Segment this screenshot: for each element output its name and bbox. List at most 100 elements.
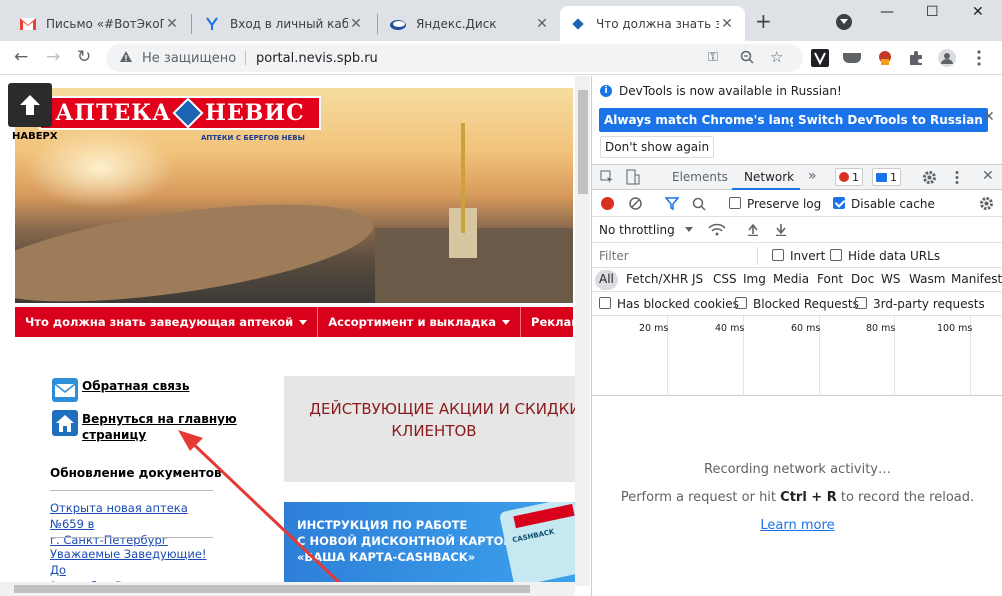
type-filter-img[interactable]: Img	[743, 272, 766, 286]
preserve-log-label[interactable]: Preserve log	[747, 197, 821, 211]
envelope-icon[interactable]	[52, 378, 78, 402]
invert-label[interactable]: Invert	[790, 249, 825, 263]
type-filter-ws[interactable]: WS	[881, 272, 900, 286]
type-filter-media[interactable]: Media	[773, 272, 809, 286]
home-link[interactable]: Вернуться на главную страницу	[82, 411, 237, 443]
tab-separator	[191, 14, 192, 34]
type-filter-manifest[interactable]: Manifest	[951, 272, 1002, 286]
third-party-label[interactable]: 3rd-party requests	[873, 297, 985, 311]
forward-button[interactable]: →	[46, 48, 60, 66]
home-icon[interactable]	[52, 410, 78, 436]
vertical-scrollbar-thumb[interactable]	[578, 90, 588, 194]
settings-gear-icon[interactable]	[922, 170, 937, 185]
close-tab-icon[interactable]: ✕	[719, 16, 735, 32]
security-status[interactable]: Не защищено	[142, 51, 236, 66]
network-conditions-icon[interactable]	[708, 223, 726, 236]
messages-badge[interactable]: 1	[872, 168, 901, 186]
invert-checkbox[interactable]	[772, 249, 784, 261]
banner-line3: «ВАША КАРТА-CASHBACK»	[297, 550, 476, 564]
extension-icon[interactable]	[811, 49, 829, 67]
clear-icon[interactable]	[629, 197, 642, 210]
network-settings-gear-icon[interactable]	[979, 196, 994, 211]
tab-yandex-login[interactable]: Вход в личный кабин ✕	[194, 6, 374, 41]
search-icon[interactable]	[692, 197, 706, 211]
tab-search-button[interactable]	[836, 14, 852, 30]
hide-data-urls-label[interactable]: Hide data URLs	[848, 249, 940, 263]
zoom-icon[interactable]	[740, 50, 754, 68]
import-har-icon[interactable]	[747, 223, 759, 236]
profile-avatar-icon[interactable]	[938, 49, 956, 67]
tab-yandex-disk[interactable]: Яндекс.Диск ✕	[380, 6, 560, 41]
type-filter-doc[interactable]: Doc	[851, 272, 874, 286]
type-filter-wasm[interactable]: Wasm	[909, 272, 945, 286]
close-tab-icon[interactable]: ✕	[534, 16, 550, 32]
disable-cache-label[interactable]: Disable cache	[851, 197, 935, 211]
horizontal-scrollbar-thumb[interactable]	[14, 585, 530, 593]
blocked-requests-checkbox[interactable]	[735, 297, 747, 309]
disable-cache-checkbox[interactable]	[833, 197, 845, 209]
tab-elements[interactable]: Elements	[672, 170, 728, 184]
learn-more-link[interactable]: Learn more	[592, 518, 1002, 533]
reload-button[interactable]: ↻	[77, 48, 91, 66]
throttling-select[interactable]: No throttling	[599, 223, 675, 237]
scroll-to-top-label[interactable]: НАВЕРХ	[12, 131, 58, 142]
minimize-button[interactable]: —	[880, 4, 894, 20]
chevron-down-icon[interactable]	[685, 227, 693, 232]
hide-data-urls-checkbox[interactable]	[830, 249, 842, 261]
banner-line2: С НОВОЙ ДИСКОНТНОЙ КАРТОЙ	[297, 534, 513, 548]
errors-badge[interactable]: 1	[835, 168, 863, 186]
key-icon[interactable]: ⚿	[708, 50, 718, 65]
type-filter-fetch[interactable]: Fetch/XHR	[626, 272, 688, 286]
new-tab-button[interactable]: +	[755, 11, 772, 31]
tab-network[interactable]: Network	[744, 170, 794, 184]
type-filter-font[interactable]: Font	[817, 272, 843, 286]
filter-icon[interactable]	[665, 197, 679, 210]
record-icon[interactable]	[601, 197, 614, 210]
preserve-log-checkbox[interactable]	[729, 197, 741, 209]
site-logo[interactable]: АПТЕКА НЕВИС	[39, 96, 321, 130]
puzzle-icon[interactable]	[907, 49, 925, 67]
has-blocked-cookies-label[interactable]: Has blocked cookies	[617, 297, 739, 311]
close-tab-icon[interactable]: ✕	[348, 16, 364, 32]
maximize-button[interactable]: ☐	[926, 4, 939, 20]
type-filter-all[interactable]: All	[595, 270, 618, 290]
cashback-banner[interactable]: ИНСТРУКЦИЯ ПО РАБОТЕ С НОВОЙ ДИСКОНТНОЙ …	[284, 502, 584, 582]
type-filter-css[interactable]: CSS	[713, 272, 737, 286]
spire-image	[461, 123, 465, 233]
extension-icon[interactable]	[843, 53, 861, 63]
close-infobar-icon[interactable]: ✕	[983, 109, 995, 125]
menu-item-manager[interactable]: Что должна знать заведующая аптекой	[15, 307, 319, 337]
browser-toolbar: ← → ↻ Не защищено portal.nevis.spb.ru ⚿ …	[0, 41, 1002, 75]
address-bar[interactable]: Не защищено portal.nevis.spb.ru ⚿ ☆	[106, 44, 803, 72]
url-text[interactable]: portal.nevis.spb.ru	[256, 51, 378, 66]
network-overview-timeline[interactable]: 20 ms 40 ms 60 ms 80 ms 100 ms	[592, 316, 1002, 396]
tab-gmail[interactable]: Письмо «#ВотЭкоПятн ✕	[10, 6, 190, 41]
warning-icon[interactable]	[119, 50, 133, 64]
switch-to-russian-button[interactable]: Switch DevTools to Russian	[793, 108, 988, 132]
tab-active[interactable]: Что должна знать за ✕	[560, 6, 745, 41]
filter-input[interactable]: Filter	[596, 247, 758, 265]
kebab-menu-icon[interactable]	[954, 170, 960, 185]
close-devtools-icon[interactable]: ✕	[982, 168, 994, 184]
kebab-menu-icon[interactable]	[970, 49, 988, 67]
menu-item-assortment[interactable]: Ассортимент и выкладка	[318, 307, 522, 337]
device-toolbar-icon[interactable]	[626, 169, 640, 185]
promo-line2: КЛИЕНТОВ	[391, 422, 477, 440]
third-party-checkbox[interactable]	[855, 297, 867, 309]
promo-block[interactable]: ДЕЙСТВУЮЩИЕ АКЦИИ И СКИДКИ ДЛЯ КЛИЕНТОВ	[284, 376, 590, 482]
dont-show-again-button[interactable]: Don't show again	[600, 136, 715, 158]
news-link[interactable]: Открыта новая аптека №659 в г. Санкт-Пет…	[50, 500, 222, 548]
inspect-element-icon[interactable]	[600, 170, 614, 184]
close-window-button[interactable]: ✕	[972, 4, 984, 20]
export-har-icon[interactable]	[775, 223, 787, 236]
blocked-requests-label[interactable]: Blocked Requests	[753, 297, 859, 311]
scroll-to-top-button[interactable]	[8, 83, 52, 127]
type-filter-js[interactable]: JS	[692, 272, 703, 286]
more-tabs-icon[interactable]: »	[808, 168, 817, 184]
extension-icon[interactable]	[876, 49, 894, 67]
has-blocked-cookies-checkbox[interactable]	[599, 297, 611, 309]
bookmark-star-icon[interactable]: ☆	[770, 48, 783, 66]
feedback-link[interactable]: Обратная связь	[82, 378, 189, 394]
back-button[interactable]: ←	[14, 48, 28, 66]
close-tab-icon[interactable]: ✕	[164, 16, 180, 32]
